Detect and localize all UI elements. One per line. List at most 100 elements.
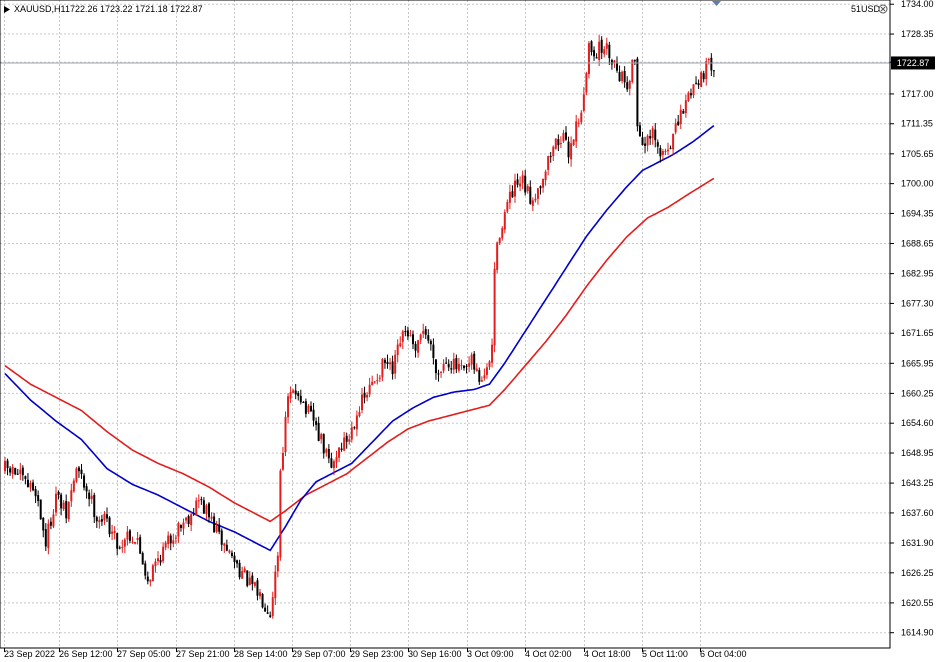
- bull-candle-body: [475, 368, 478, 372]
- bull-candle-body: [664, 150, 667, 152]
- price-chart[interactable]: 1734.001728.351723.001717.001711.351705.…: [0, 0, 940, 662]
- bear-candle-body: [208, 503, 210, 518]
- bull-candle-body: [276, 555, 279, 572]
- bear-candle-body: [315, 421, 318, 425]
- bull-candle-body: [215, 525, 218, 532]
- bear-candle-body: [93, 494, 96, 518]
- bull-candle-body: [29, 482, 32, 488]
- bear-candle-body: [251, 575, 254, 585]
- y-tick-label: 1694.35: [901, 208, 934, 218]
- bear-candle-body: [669, 147, 672, 149]
- bear-candle-body: [269, 615, 272, 617]
- bear-candle-body: [42, 517, 45, 531]
- bear-candle-body: [618, 72, 621, 82]
- bear-candle-body: [100, 519, 103, 522]
- bear-candle-body: [266, 612, 269, 614]
- bull-candle-body: [289, 391, 292, 399]
- bear-candle-body: [236, 560, 239, 564]
- bear-candle-body: [386, 361, 389, 365]
- bull-candle-body: [554, 138, 557, 149]
- y-tick-label: 1688.65: [901, 239, 934, 249]
- bear-candle-body: [327, 449, 330, 459]
- bear-candle-body: [65, 500, 68, 519]
- bear-candle-body: [473, 353, 476, 370]
- bull-candle-body: [674, 123, 677, 133]
- bear-candle-body: [60, 494, 63, 509]
- bull-candle-body: [559, 143, 562, 145]
- candle: [279, 468, 282, 561]
- bear-candle-body: [600, 39, 603, 53]
- bear-candle-body: [297, 392, 300, 396]
- bull-candle-body: [547, 155, 550, 170]
- bull-candle-body: [55, 493, 57, 513]
- bull-candle-body: [75, 468, 78, 482]
- bear-candle-body: [144, 563, 147, 576]
- bear-candle-body: [24, 476, 27, 479]
- bull-candle-body: [320, 434, 323, 440]
- bull-candle-body: [440, 371, 443, 373]
- bear-candle-body: [659, 147, 662, 157]
- bear-candle-body: [353, 427, 356, 429]
- bear-candle-body: [44, 529, 47, 547]
- bull-candle-body: [70, 490, 73, 502]
- bull-candle-body: [136, 538, 139, 541]
- x-tick-label: 28 Sep 14:00: [234, 649, 288, 659]
- candle: [261, 593, 264, 609]
- bull-candle-body: [177, 522, 180, 537]
- bull-candle-body: [185, 517, 188, 521]
- bull-candle-body: [157, 558, 159, 562]
- bull-candle-body: [371, 381, 374, 386]
- bear-candle-body: [593, 50, 596, 57]
- bull-candle-body: [292, 390, 295, 393]
- bear-candle-body: [238, 562, 241, 578]
- bear-candle-body: [14, 467, 17, 475]
- chart-window[interactable]: 1734.001728.351723.001717.001711.351705.…: [0, 0, 940, 662]
- y-tick-label: 1660.25: [901, 388, 934, 398]
- bear-candle-body: [302, 401, 305, 403]
- bull-candle-body: [580, 112, 583, 123]
- x-tick-label: 26 Sep 12:00: [59, 649, 113, 659]
- bull-candle-body: [552, 146, 555, 157]
- bear-candle-body: [294, 390, 297, 395]
- x-tick-label: 23 Sep 2022: [4, 649, 55, 659]
- bear-candle-body: [169, 535, 172, 544]
- candle: [284, 411, 287, 457]
- bear-candle-body: [39, 499, 42, 520]
- bull-candle-body: [705, 61, 708, 80]
- bull-candle-body: [582, 94, 585, 111]
- bear-candle-body: [118, 547, 121, 549]
- bear-candle-body: [697, 83, 700, 86]
- y-tick-label: 1665.95: [901, 358, 934, 368]
- bear-candle-body: [6, 460, 9, 469]
- bear-candle-body: [529, 186, 532, 204]
- bear-candle-body: [202, 500, 205, 514]
- candle: [636, 56, 639, 132]
- bear-candle-body: [49, 521, 52, 526]
- bear-candle-body: [192, 512, 195, 515]
- bull-candle-body: [394, 354, 397, 374]
- x-tick-label: 4 Oct 02:00: [525, 649, 572, 659]
- bull-candle-body: [687, 92, 690, 101]
- bull-candle-body: [162, 546, 165, 562]
- bull-candle-body: [197, 500, 200, 502]
- y-tick-label: 1711.35: [901, 119, 933, 129]
- bear-candle-body: [88, 492, 91, 500]
- bull-candle-body: [223, 543, 226, 546]
- bull-candle-body: [457, 363, 460, 371]
- y-tick-label: 1620.55: [901, 598, 934, 608]
- bear-candle-body: [85, 486, 88, 492]
- bull-candle-body: [248, 577, 251, 586]
- bear-candle-body: [139, 537, 142, 554]
- bear-candle-body: [246, 570, 249, 586]
- bull-candle-body: [134, 542, 137, 544]
- bull-candle-body: [11, 466, 14, 475]
- bear-candle-body: [230, 552, 233, 556]
- candle: [246, 570, 249, 588]
- bear-candle-body: [636, 58, 639, 127]
- x-tick-label: 29 Sep 23:00: [350, 649, 404, 659]
- candle: [151, 563, 154, 582]
- bear-candle-body: [264, 607, 267, 612]
- bear-candle-body: [330, 458, 333, 468]
- bull-candle-body: [253, 582, 256, 586]
- bull-candle-body: [366, 394, 369, 398]
